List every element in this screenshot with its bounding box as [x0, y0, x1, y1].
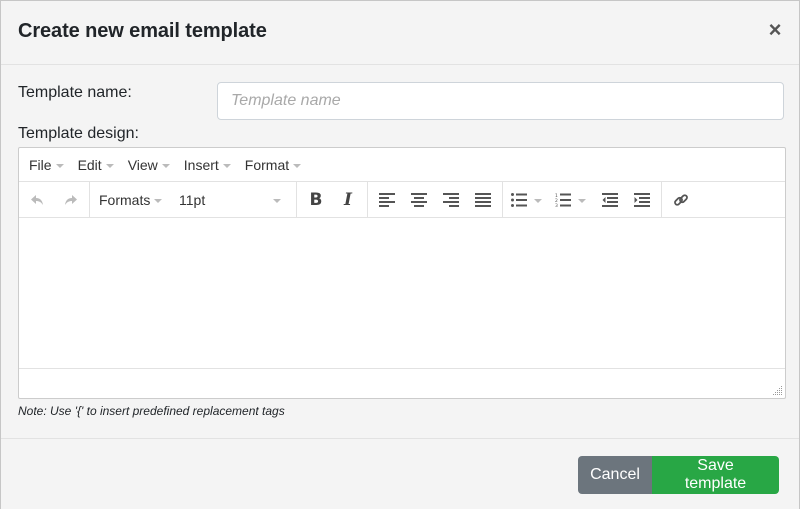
close-button[interactable]: × [767, 19, 783, 41]
dialog-title: Create new email template [18, 20, 267, 42]
editor-statusbar [19, 369, 785, 398]
rich-text-editor: File Edit View Insert Format Formats 11p… [18, 147, 786, 399]
align-left-button[interactable] [371, 185, 403, 215]
menu-edit-label: Edit [77, 156, 102, 173]
style-group: B I [297, 182, 368, 217]
indent-button[interactable] [626, 185, 658, 215]
formats-label: Formats [99, 191, 151, 208]
menu-view-label: View [127, 156, 158, 173]
undo-button[interactable] [22, 185, 54, 215]
link-icon [674, 193, 688, 206]
editor-menubar: File Edit View Insert Format [19, 148, 785, 181]
caret-down-icon [293, 163, 302, 168]
template-design-label: Template design: [18, 125, 139, 142]
menu-insert[interactable]: Insert [177, 151, 238, 179]
link-group [662, 182, 700, 217]
menu-file-label: File [29, 156, 52, 173]
template-name-input[interactable] [217, 82, 784, 120]
bullet-list-icon [511, 192, 527, 207]
insert-link-button[interactable] [665, 185, 697, 215]
align-justify-icon [475, 192, 491, 207]
caret-down-icon [161, 163, 170, 168]
footer-button-group: Cancel Save template [578, 456, 779, 494]
save-template-button[interactable]: Save template [652, 456, 779, 494]
caret-down-icon [55, 163, 64, 168]
menu-insert-label: Insert [183, 156, 219, 173]
bullet-list-split-button[interactable] [506, 185, 550, 215]
template-name-label: Template name: [18, 84, 132, 101]
editor-content-area[interactable] [19, 218, 785, 369]
numbered-list-split-button[interactable]: 123 [550, 185, 594, 215]
caret-down-icon [105, 163, 114, 168]
resize-handle-icon[interactable] [773, 386, 783, 396]
editor-toolbar: Formats 11pt B I 1 2 3 [19, 181, 785, 218]
undo-icon [31, 194, 43, 205]
dialog-header: Create new email template × [1, 1, 799, 65]
outdent-icon [602, 192, 618, 207]
align-right-button[interactable] [435, 185, 467, 215]
redo-button[interactable] [54, 185, 86, 215]
caret-down-icon[interactable] [534, 198, 542, 203]
align-group [368, 182, 503, 217]
align-right-icon [443, 192, 459, 207]
caret-down-icon [222, 163, 231, 168]
formats-dropdown[interactable]: Formats [93, 185, 173, 215]
menu-format-label: Format [244, 156, 290, 173]
svg-text:3: 3 [555, 203, 558, 207]
align-center-button[interactable] [403, 185, 435, 215]
numbered-list-button[interactable]: 123 [550, 185, 576, 215]
outdent-button[interactable] [594, 185, 626, 215]
caret-down-icon [154, 198, 163, 203]
align-center-icon [411, 192, 427, 207]
cancel-button[interactable]: Cancel [578, 456, 652, 494]
dialog-footer: Cancel Save template [1, 438, 799, 509]
font-size-value: 11pt [179, 191, 206, 208]
history-group [19, 182, 90, 217]
caret-down-icon [273, 198, 281, 203]
italic-button[interactable]: I [332, 185, 364, 215]
bullet-list-button[interactable] [506, 185, 532, 215]
numbered-list-icon: 123 [555, 193, 571, 207]
create-template-dialog: Create new email template × Template nam… [0, 0, 800, 509]
close-icon: × [768, 17, 782, 42]
list-indent-group: 123 [503, 182, 662, 217]
font-size-dropdown[interactable]: 11pt [173, 185, 293, 215]
replacement-tags-note: Note: Use '{' to insert predefined repla… [18, 404, 285, 418]
align-left-icon [379, 192, 395, 207]
italic-icon: I [344, 189, 352, 210]
caret-down-icon[interactable] [578, 198, 586, 203]
indent-icon [634, 192, 650, 207]
menu-view[interactable]: View [121, 151, 177, 179]
format-select-group: Formats 11pt [90, 182, 297, 217]
menu-format[interactable]: Format [238, 151, 308, 179]
bold-icon: B [309, 189, 323, 210]
redo-icon [65, 194, 77, 205]
menu-edit[interactable]: Edit [71, 151, 121, 179]
align-justify-button[interactable] [467, 185, 499, 215]
bold-button[interactable]: B [300, 185, 332, 215]
menu-file[interactable]: File [22, 151, 71, 179]
